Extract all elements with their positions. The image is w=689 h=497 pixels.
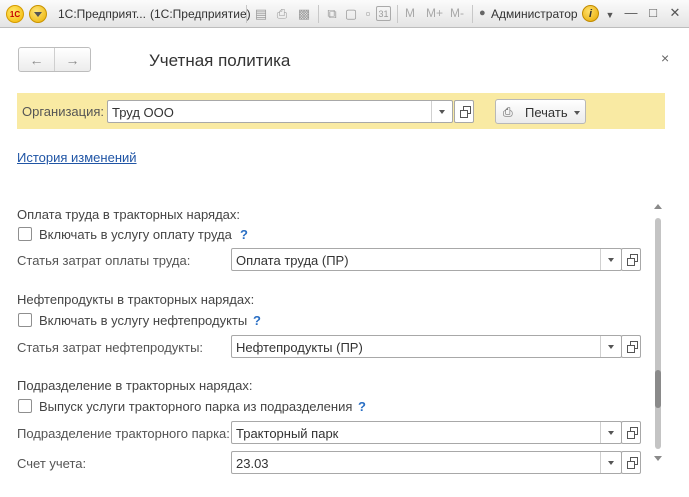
- tractor-park-department-label: Подразделение тракторного парка:: [17, 426, 230, 441]
- print-button-label: Печать: [525, 105, 568, 120]
- cut-icon[interactable]: ▢: [342, 5, 360, 23]
- account-value: 23.03: [236, 456, 269, 471]
- help-icon[interactable]: ?: [358, 399, 366, 414]
- organization-value: Труд ООО: [112, 105, 174, 120]
- open-account-icon[interactable]: [621, 451, 641, 474]
- navigation-buttons: ← →: [18, 47, 91, 72]
- info-icon[interactable]: i: [582, 5, 599, 22]
- separator: [246, 5, 247, 23]
- petroleum-cost-item-label: Статья затрат нефтепродукты:: [17, 340, 204, 355]
- open-organization-icon[interactable]: [454, 100, 474, 123]
- dropdown-arrow-icon[interactable]: [431, 101, 452, 122]
- separator: [318, 5, 319, 23]
- dropdown-arrow-icon[interactable]: [600, 249, 621, 270]
- calendar-icon[interactable]: 31: [376, 6, 391, 21]
- include-petroleum-checkbox-row[interactable]: Включать в услугу нефтепродукты ?: [18, 313, 278, 329]
- vertical-scrollbar[interactable]: [653, 198, 663, 468]
- tractor-park-department-value: Тракторный парк: [236, 426, 339, 441]
- memory-m-button[interactable]: M: [405, 6, 415, 20]
- scrollbar-track[interactable]: [655, 218, 661, 449]
- back-arrow-icon[interactable]: ←: [19, 48, 54, 71]
- section-heading-department: Подразделение в тракторных нарядах:: [17, 378, 253, 393]
- printer-icon: ⎙: [503, 105, 513, 119]
- tractor-park-output-label[interactable]: Выпуск услуги тракторного парка из подра…: [39, 399, 352, 414]
- main-menu-button[interactable]: [29, 5, 47, 23]
- form-close-icon[interactable]: ×: [661, 50, 669, 66]
- maximize-icon[interactable]: □: [644, 4, 662, 22]
- include-labor-label[interactable]: Включать в услугу оплату труда: [39, 227, 232, 242]
- tractor-park-output-checkbox-row[interactable]: Выпуск услуги тракторного парка из подра…: [18, 399, 378, 415]
- include-labor-checkbox-row[interactable]: Включать в услугу оплату труда ?: [18, 227, 278, 243]
- include-petroleum-label[interactable]: Включать в услугу нефтепродукты: [39, 313, 247, 328]
- open-labor-cost-item-icon[interactable]: [621, 248, 641, 271]
- print-button[interactable]: ⎙ Печать: [495, 99, 586, 124]
- dropdown-arrow-icon[interactable]: [600, 452, 621, 473]
- dropdown-arrow-icon[interactable]: [600, 336, 621, 357]
- paste-icon[interactable]: ▫: [359, 5, 377, 23]
- minimize-icon[interactable]: —: [622, 4, 640, 22]
- 1c-logo-icon[interactable]: 1С: [6, 5, 24, 23]
- include-labor-checkbox[interactable]: [18, 227, 32, 241]
- form-title: Учетная политика: [149, 51, 291, 70]
- account-label: Счет учета:: [17, 456, 87, 471]
- section-heading-petroleum: Нефтепродукты в тракторных нарядах:: [17, 292, 255, 307]
- user-name[interactable]: Администратор: [491, 7, 578, 21]
- help-icon[interactable]: ?: [253, 313, 261, 328]
- save-icon[interactable]: ▤: [252, 5, 270, 23]
- user-icon: ●: [479, 7, 486, 19]
- chevron-down-icon[interactable]: ▼: [601, 6, 619, 24]
- scroll-down-icon[interactable]: [654, 456, 662, 461]
- scrollbar-thumb[interactable]: [655, 370, 661, 408]
- account-field[interactable]: 23.03: [231, 451, 622, 474]
- memory-minus-button[interactable]: M-: [450, 6, 464, 20]
- help-icon[interactable]: ?: [240, 227, 248, 242]
- copy-icon[interactable]: ⧉: [323, 5, 341, 23]
- petroleum-cost-item-field[interactable]: Нефтепродукты (ПР): [231, 335, 622, 358]
- tractor-park-output-checkbox[interactable]: [18, 399, 32, 413]
- include-petroleum-checkbox[interactable]: [18, 313, 32, 327]
- section-heading-labor: Оплата труда в тракторных нарядах:: [17, 207, 240, 222]
- dropdown-arrow-icon[interactable]: [600, 422, 621, 443]
- separator: [397, 5, 398, 23]
- scroll-up-icon[interactable]: [654, 204, 662, 209]
- tab-title[interactable]: 1С:Предприят...: [58, 7, 146, 21]
- forward-arrow-icon[interactable]: →: [54, 48, 90, 71]
- organization-label: Организация:: [22, 104, 105, 119]
- chevron-down-icon: [574, 111, 580, 115]
- preview-icon[interactable]: ▩: [295, 5, 313, 23]
- labor-cost-item-value: Оплата труда (ПР): [236, 253, 349, 268]
- window-title: (1С:Предприятие): [150, 7, 251, 21]
- open-petroleum-cost-item-icon[interactable]: [621, 335, 641, 358]
- separator: [472, 5, 473, 23]
- labor-cost-item-label: Статья затрат оплаты труда:: [17, 253, 191, 268]
- petroleum-cost-item-value: Нефтепродукты (ПР): [236, 340, 363, 355]
- title-bar: 1С 1С:Предприят... (1С:Предприятие) ▤ ⎙ …: [0, 0, 689, 28]
- labor-cost-item-field[interactable]: Оплата труда (ПР): [231, 248, 622, 271]
- organization-field[interactable]: Труд ООО: [107, 100, 453, 123]
- memory-plus-button[interactable]: M+: [426, 6, 443, 20]
- history-link[interactable]: История изменений: [17, 150, 137, 165]
- print-icon[interactable]: ⎙: [273, 5, 291, 23]
- open-tractor-park-department-icon[interactable]: [621, 421, 641, 444]
- tractor-park-department-field[interactable]: Тракторный парк: [231, 421, 622, 444]
- close-icon[interactable]: ✕: [666, 4, 684, 22]
